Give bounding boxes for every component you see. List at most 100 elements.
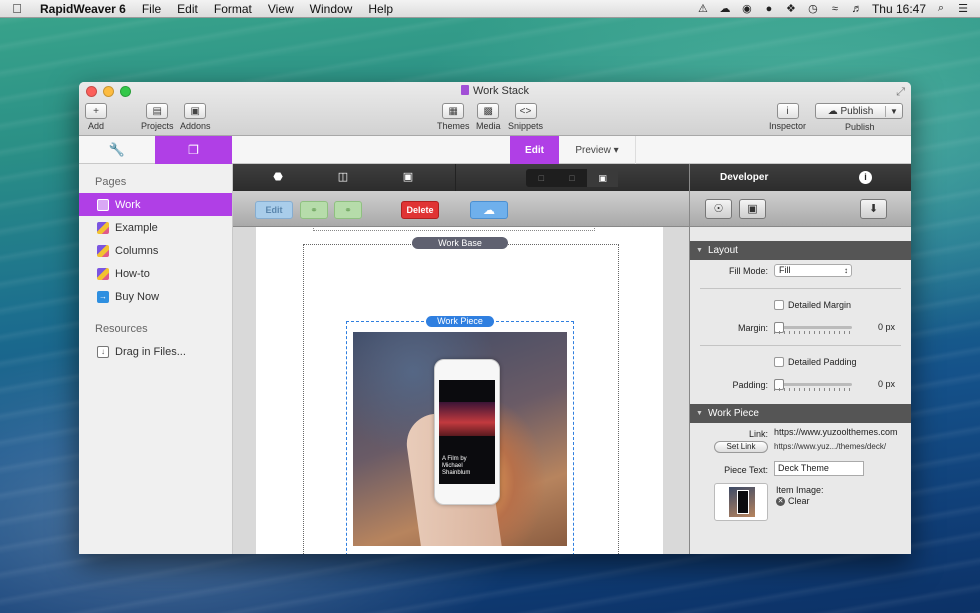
menu-view[interactable]: View [260,2,302,16]
wifi-icon[interactable]: ≈ [828,3,842,15]
menu-format[interactable]: Format [206,2,260,16]
inspector-header: Developer i [690,164,911,191]
detailed-margin-row: Detailed Margin [690,295,911,317]
notification-center-icon[interactable]: ☰ [956,3,970,15]
delete-button[interactable]: Delete [401,201,439,219]
page-canvas: Work Base Work Piece A Film by Michael S… [233,227,689,554]
inspector-toolbar: ☉ ▣ ⬇ [690,191,911,227]
unlink-icon[interactable]: ⚭ [334,201,362,219]
chevron-down-icon[interactable]: ▼ [886,107,902,116]
plus-icon: + [85,103,107,119]
padding-row: Padding: 0 px [732,379,895,391]
editor-action-bar: Edit ⚭ ⚭ Delete ☁ [233,191,689,227]
drag-in-files[interactable]: ↓ Drag in Files... [79,340,232,363]
set-link-row: Set Link https://www.yuz.../themes/deck/ [690,439,911,459]
detailed-padding-checkbox[interactable] [774,357,784,367]
sidebar-item-work[interactable]: Work [79,193,232,216]
padding-slider[interactable] [774,379,852,391]
work-piece-section-header[interactable]: ▼ Work Piece [690,404,911,423]
film-credit: A Film by Michael Shainblum [442,456,471,476]
app-window: Work Stack ⤢ + Add ▤ Projects ▣ Addons ▦… [79,82,911,554]
addons-button[interactable]: ▣ Addons [180,103,211,131]
divider [700,345,901,346]
inspector-button[interactable]: i Inspector [769,103,806,131]
stacks-page-icon [97,244,109,257]
view-mode-large[interactable]: ▣ [587,169,619,187]
work-piece-label[interactable]: Work Piece [426,316,494,327]
lock-icon[interactable]: ● [762,3,776,15]
camera-icon[interactable]: ◉ [740,3,754,15]
fill-mode-select[interactable]: Fill [774,264,852,277]
add-button[interactable]: + Add [85,103,107,131]
projects-button[interactable]: ▤ Projects [141,103,174,131]
pages-icon: ❐ [188,143,199,157]
cloud-upload-icon: ☁ [827,105,838,117]
pages-header: Pages [95,176,127,188]
status-area: ⚠ ☁ ◉ ● ❖ ◷ ≈ ♬ Thu 16:47 ⌕ ☰ [696,2,980,16]
set-link-button[interactable]: Set Link [714,441,768,453]
pages-tab[interactable]: ❐ [155,136,232,164]
layout-icon[interactable]: ◫ [337,171,349,183]
sidebar-item-columns[interactable]: Columns [79,239,232,262]
time-machine-icon[interactable]: ◷ [806,3,820,15]
phone-image: A Film by Michael Shainblum [434,359,500,505]
settings-tab[interactable]: 🔧 [79,136,155,164]
sidebar-item-example[interactable]: Example [79,216,232,239]
editor-topbar: ⬣ ◫ ▣ □ □ ▣ [233,164,689,191]
tab-edit[interactable]: Edit [510,136,559,164]
dropbox-icon[interactable]: ❖ [784,3,798,15]
item-image-well[interactable] [714,483,768,521]
fullscreen-icon[interactable]: ⤢ [896,86,905,99]
disclosure-triangle-icon: ▼ [696,247,703,254]
sidebar-item-buy-now[interactable]: → Buy Now [79,285,232,308]
volume-icon[interactable]: ♬ [850,3,864,15]
publish-button[interactable]: ☁ Publish ▼ [815,103,903,119]
bell-icon[interactable]: ⚠ [696,3,710,15]
tab-preview[interactable]: Preview ▾ [559,136,636,164]
stack-library-icon[interactable]: ⬣ [272,171,284,183]
eye-icon[interactable]: ☉ [705,199,732,219]
spotlight-search-icon[interactable]: ⌕ [934,2,948,15]
image-icon[interactable]: ▣ [402,171,414,183]
margin-value: 0 px [877,322,895,332]
menu-bar:  RapidWeaver 6 File Edit Format View Wi… [0,0,980,18]
piece-text-input[interactable]: Deck Theme [774,461,864,476]
cloud-icon[interactable]: ☁ [470,201,508,219]
fill-mode-row: Fill Mode: Fill [690,260,911,282]
stack-info-icon[interactable]: ⬇ [860,199,887,219]
work-piece-image[interactable]: A Film by Michael Shainblum [353,332,567,546]
detailed-margin-checkbox[interactable] [774,300,784,310]
menu-file[interactable]: File [134,2,169,16]
previous-stack-outline[interactable] [313,227,595,231]
clear-image-button[interactable]: ✕ Clear [776,496,810,506]
link-icon[interactable]: ⚭ [300,201,328,219]
menu-window[interactable]: Window [302,2,361,16]
apple-menu-icon[interactable]:  [0,1,34,16]
stacks-page-icon [97,267,109,280]
sidebar-item-how-to[interactable]: How-to [79,262,232,285]
cloud-icon[interactable]: ☁ [718,3,732,15]
menu-help[interactable]: Help [360,2,401,16]
info-icon[interactable]: i [859,171,872,184]
snippets-button[interactable]: <> Snippets [508,103,543,131]
edit-button[interactable]: Edit [255,201,293,219]
work-base-label[interactable]: Work Base [412,237,508,249]
view-mode-medium[interactable]: □ [557,169,588,187]
tab-row: 🔧 ❐ Edit Preview ▾ [79,136,911,164]
inspector-panel: Developer i ☉ ▣ ⬇ ▼ Layout Fill Mode: Fil… [689,164,911,554]
clock[interactable]: Thu 16:47 [872,2,926,16]
clear-icon: ✕ [776,496,785,506]
view-mode-small[interactable]: □ [526,169,557,187]
home-page-icon [97,198,109,211]
media-icon: ▩ [477,103,500,119]
layout-section-header[interactable]: ▼ Layout [690,241,911,260]
window-title: Work Stack [79,85,911,97]
wrench-icon: 🔧 [108,142,126,157]
menu-edit[interactable]: Edit [169,2,206,16]
media-button[interactable]: ▩ Media [476,103,501,131]
sunset-image [439,402,495,436]
margin-slider[interactable] [774,322,852,334]
app-menu[interactable]: RapidWeaver 6 [34,2,134,16]
lock-icon[interactable]: ▣ [739,199,766,219]
themes-button[interactable]: ▦ Themes [437,103,470,131]
